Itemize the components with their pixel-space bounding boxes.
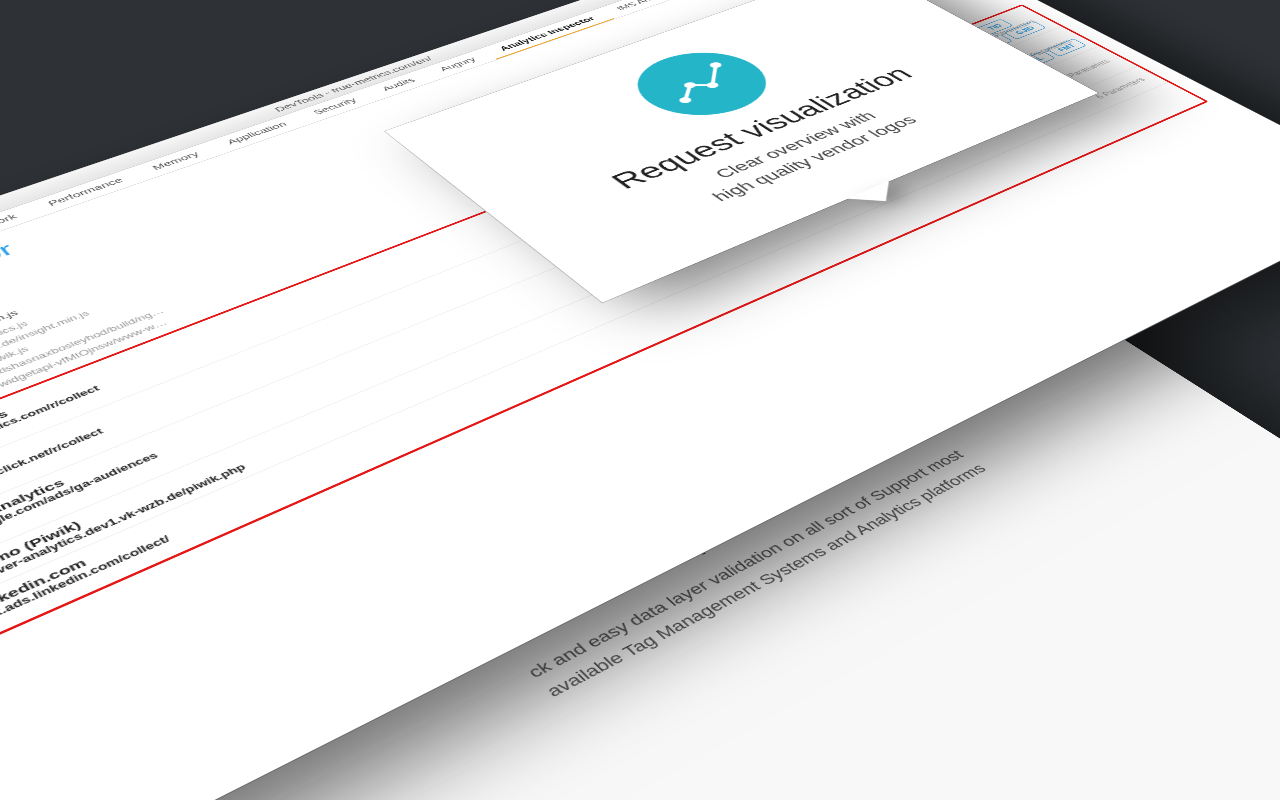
svg-point-0: [680, 97, 691, 103]
svg-point-1: [684, 82, 695, 87]
svg-point-2: [707, 82, 718, 87]
svg-point-3: [710, 62, 721, 67]
